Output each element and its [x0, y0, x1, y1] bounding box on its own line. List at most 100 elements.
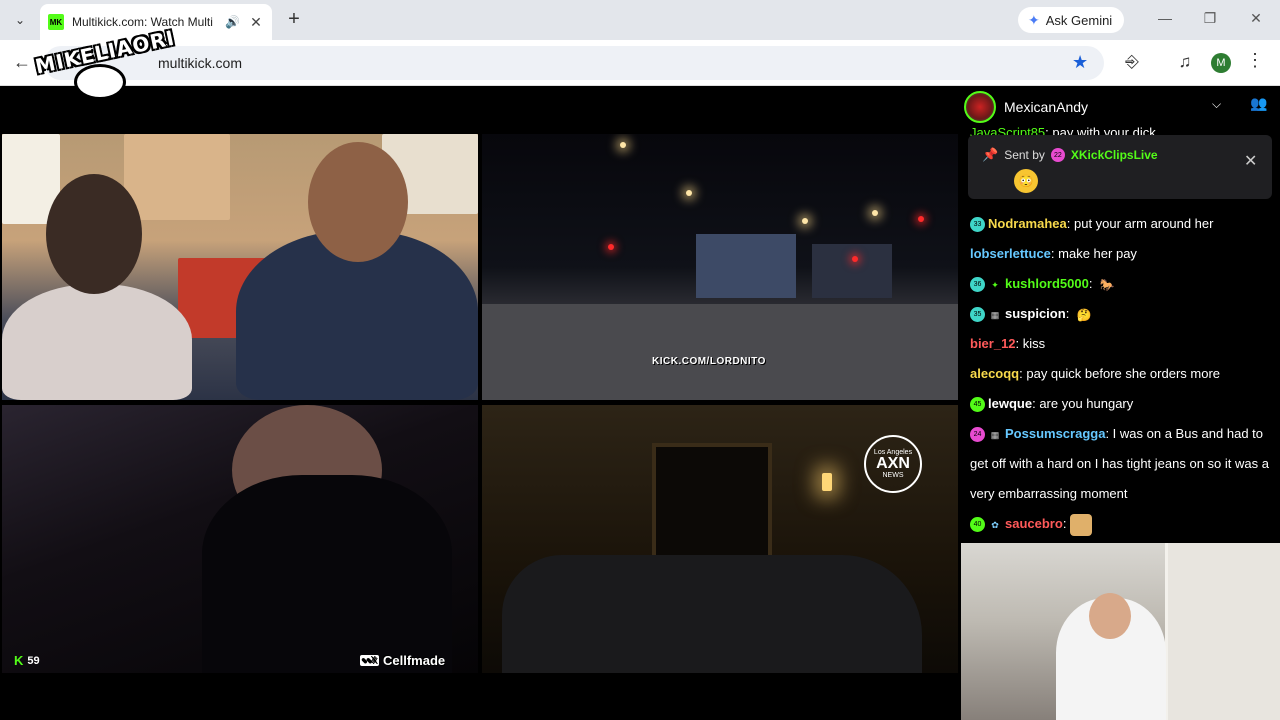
profile-avatar[interactable]: M: [1211, 53, 1231, 73]
stream-tile-night-street[interactable]: KICK.COM/LORDNITO: [482, 134, 958, 400]
chat-username[interactable]: lobserlettuce: [970, 246, 1051, 261]
building: [812, 244, 892, 298]
extensions-puzzle-icon[interactable]: ⎆: [1121, 52, 1143, 72]
chat-message: lobserlettuce: make her pay: [970, 246, 1137, 261]
subscriber-badge: 33: [970, 217, 985, 233]
menu-poster: [124, 134, 230, 220]
close-icon[interactable]: ✕: [1244, 151, 1257, 171]
subscriber-badge: 22: [1050, 148, 1065, 162]
minimize-icon[interactable]: —: [1155, 10, 1175, 26]
subscriber-badge: 40: [970, 517, 985, 533]
pinned-sent-by: Sent by: [1004, 148, 1045, 162]
chat-message: 40 ✿ saucebro:: [970, 509, 1270, 539]
pinned-header: 📌 Sent by 22 XKickClipsLive: [982, 147, 1158, 163]
axn-logo-main: AXN: [876, 455, 910, 472]
stream-tile-doorway[interactable]: Los Angeles AXN NEWS: [482, 405, 958, 673]
chevron-down-icon[interactable]: ⌵: [1212, 97, 1221, 112]
stream-overlay-url: KICK.COM/LORDNITO: [652, 356, 766, 367]
chat-username[interactable]: lewque: [988, 396, 1032, 411]
pinned-message: 📌 Sent by 22 XKickClipsLive 😳 ✕: [968, 135, 1272, 199]
street-light: [802, 218, 808, 224]
channel-watermark-logo: MIKELIAORI: [33, 22, 177, 104]
traffic-light: [608, 244, 614, 250]
address-bar[interactable]: multikick.com: [44, 46, 1104, 80]
axn-logo-bottom: NEWS: [882, 472, 904, 479]
chat-username[interactable]: saucebro: [1005, 516, 1063, 531]
tab-close-icon[interactable]: ✕: [248, 14, 264, 31]
parked-car: [502, 555, 922, 673]
chat-message: 45 lewque: are you hungary: [970, 389, 1270, 419]
subscriber-badge: 24: [970, 427, 985, 443]
chat-message: 24 ▦ Possumscragga: I was on a Bus and had…: [970, 426, 1269, 501]
pin-icon: 📌: [982, 147, 999, 162]
face-mask: [202, 475, 452, 673]
bookmark-star-icon[interactable]: ★: [1072, 52, 1088, 73]
person-left: [2, 284, 192, 400]
chat-text: kiss: [1022, 336, 1046, 351]
url-text: multikick.com: [158, 55, 243, 71]
tab-search-chevron-icon[interactable]: ⌄: [8, 8, 32, 32]
chat-text: make her pay: [1058, 246, 1137, 261]
chat-header: MexicanAndy ⌵ 👥: [960, 87, 1280, 127]
window-close-icon[interactable]: ✕: [1246, 10, 1266, 27]
viewer-count: K 59: [14, 653, 40, 668]
chat-message: 35 ▦ suspicion: 🤔: [970, 299, 1270, 329]
back-arrow-icon[interactable]: ←: [10, 51, 34, 75]
more-menu-icon[interactable]: ⋮: [1246, 50, 1264, 71]
ask-gemini-button[interactable]: ✦ Ask Gemini: [1018, 7, 1124, 33]
person-right-head: [308, 142, 408, 262]
brain-badge-icon: ✿: [991, 519, 999, 530]
street-light: [686, 190, 692, 196]
channel-avatar[interactable]: [964, 91, 996, 123]
audio-playing-icon[interactable]: 🔊: [225, 15, 240, 29]
wall-lamp: [822, 473, 832, 491]
viewer-count-value: 59: [27, 654, 40, 667]
chat-text: are you hungary: [1039, 396, 1134, 411]
chat-username[interactable]: alecoqq: [970, 366, 1019, 381]
streamer-webcam[interactable]: [961, 543, 1280, 720]
social-handle-text: Cellfmade: [383, 653, 446, 668]
chat-username[interactable]: suspicion: [1005, 306, 1066, 321]
face-emote-icon: [1070, 513, 1093, 536]
road: [482, 304, 958, 400]
chat-username[interactable]: bier_12: [970, 336, 1016, 351]
gift-badge-icon: ▦: [990, 309, 1000, 320]
restore-icon[interactable]: ❐: [1200, 10, 1220, 27]
kick-logo-icon: K: [14, 653, 24, 668]
chat-message: 36 ✦ kushlord5000: 🐎: [970, 269, 1270, 299]
flushed-face-emote-icon: 😳: [1014, 169, 1038, 193]
chat-message: alecoqq: pay quick before she orders mor…: [970, 366, 1221, 381]
subscriber-badge: 36: [970, 277, 985, 293]
media-control-icon[interactable]: ♫: [1174, 52, 1196, 72]
subscriber-badge: 45: [970, 397, 985, 413]
thinking-emote-icon: 🤔: [1076, 307, 1092, 322]
ask-gemini-label: Ask Gemini: [1045, 12, 1113, 28]
axn-news-logo: Los Angeles AXN NEWS: [864, 435, 922, 493]
users-icon[interactable]: 👥: [1250, 95, 1267, 112]
streamer-head: [1089, 593, 1131, 639]
chat-panel: MexicanAndy ⌵ 👥 JavaScript85: pay with y…: [960, 87, 1280, 543]
stream-tile-car-interior[interactable]: [2, 405, 478, 673]
chat-text: put your arm around her: [1073, 216, 1214, 231]
chat-message: 33 Nodramahea: put your arm around her: [970, 209, 1270, 239]
multistream-grid: KICK.COM/LORDNITO Los Angeles AXN NEWS K…: [0, 87, 960, 720]
chat-username[interactable]: Possumscragga: [1005, 426, 1105, 441]
person-left-head: [46, 174, 142, 294]
chat-message: bier_12: kiss: [970, 336, 1046, 351]
sparkle-badge-icon: ✦: [991, 279, 999, 290]
social-icons: ●●X: [360, 655, 379, 666]
social-handle-overlay: ●●X Cellfmade: [360, 653, 445, 668]
traffic-light: [918, 216, 924, 222]
chat-username[interactable]: kushlord5000: [1005, 276, 1089, 291]
channel-name[interactable]: MexicanAndy: [1004, 99, 1088, 115]
pinned-username[interactable]: XKickClipsLive: [1071, 148, 1158, 162]
stream-tile-restaurant[interactable]: [2, 134, 478, 400]
cartoon-mascot-icon: [74, 64, 126, 100]
new-tab-button[interactable]: +: [282, 8, 306, 32]
browser-toolbar: ← multikick.com ★ ⎆ ♫ M ⋮: [0, 40, 1280, 86]
browser-tab-bar: ⌄ MK Multikick.com: Watch Multi 🔊 ✕ + ✦ …: [0, 0, 1280, 40]
chat-username[interactable]: Nodramahea: [988, 216, 1067, 231]
subscriber-badge: 35: [970, 307, 985, 323]
horse-emote-icon: 🐎: [1099, 277, 1115, 292]
chat-text: pay quick before she orders more: [1026, 366, 1221, 381]
